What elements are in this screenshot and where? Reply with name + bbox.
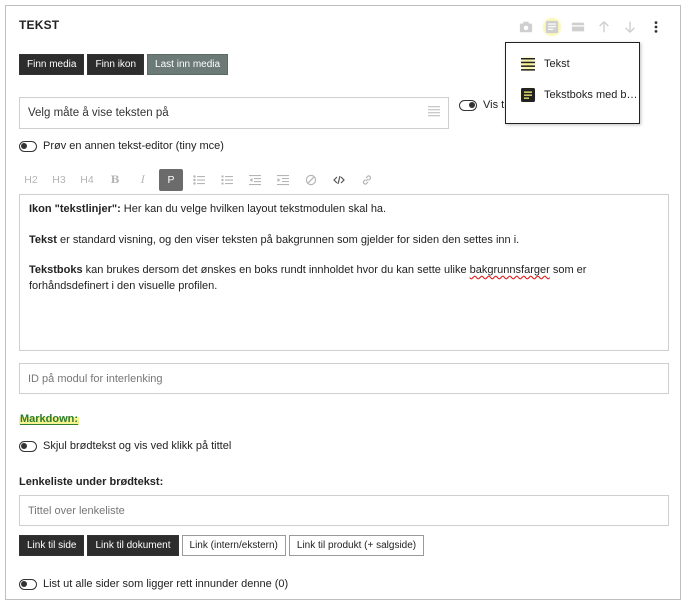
italic-glyph: I [140,174,146,186]
editor-text: er standard visning, og den viser tekste… [56,233,520,246]
link-page-button[interactable]: Link til side [19,535,85,556]
subpages-toggle[interactable] [19,578,37,590]
indent-icon[interactable] [271,169,295,191]
layout-menu-item-tekst[interactable]: Tekst [520,56,570,72]
module-id-input[interactable]: ID på modul for interlenking [19,363,669,394]
bold-glyph: B [110,174,120,186]
link-product-button[interactable]: Link til produkt (+ salgside) [288,535,425,556]
linklist-title-placeholder: Tittel over lenkeliste [28,504,125,517]
bold-button[interactable]: B [103,169,127,191]
markdown-label[interactable]: Markdown: [19,413,80,425]
link-internal-external-button[interactable]: Link (intern/ekstern) [181,535,286,556]
find-icon-button[interactable]: Finn ikon [87,54,145,75]
linklist-buttons: Link til side Link til dokument Link (in… [19,535,425,556]
editor-bold-text: Tekstboks [29,264,83,276]
layout-menu: Tekst Tekstboks med b… [505,42,640,124]
link-document-button[interactable]: Link til dokument [87,535,179,556]
clear-format-icon[interactable] [299,169,323,191]
editor-toggle-row: Prøv en annen tekst-editor (tiny mce) [19,140,224,152]
format-toolbar: H2 H3 H4 B I P [19,169,379,191]
lines-icon [428,106,440,120]
layout-menu-item-tekstboks[interactable]: Tekstboks med b… [520,87,638,103]
outdent-icon[interactable] [243,169,267,191]
arrow-up-icon[interactable] [594,17,614,37]
textbox-icon [520,87,536,103]
layout-menu-item-label: Tekstboks med b… [544,89,638,101]
editor-bold-text: Ikon "tekstlinjer": [29,203,121,215]
vis-toggle-label: Vis ti [483,99,507,111]
editor-bold-text: Tekst [29,233,57,246]
more-vert-icon[interactable] [646,17,666,37]
display-mode-select[interactable]: Velg måte å vise teksten på [19,97,449,129]
module-title: TEKST [19,18,60,32]
display-mode-placeholder: Velg måte å vise teksten på [28,107,169,119]
code-view-icon[interactable] [327,169,351,191]
linklist-title-input[interactable]: Tittel over lenkeliste [19,495,669,526]
module-id-placeholder: ID på modul for interlenking [28,372,163,385]
module-toolbar [516,17,666,37]
italic-button[interactable]: I [131,169,155,191]
vis-toggle[interactable] [459,99,477,111]
vis-toggle-row: Vis ti [459,99,507,111]
bullet-list-icon[interactable] [187,169,211,191]
heading3-button[interactable]: H3 [47,169,71,191]
heading2-button[interactable]: H2 [19,169,43,191]
editor-paragraph: Tekstboks kan brukes dersom det ønskes e… [29,263,659,294]
paragraph-button[interactable]: P [159,169,183,191]
upload-media-button[interactable]: Last inn media [147,54,229,75]
collapse-toggle-row: Skjul brødtekst og vis ved klikk på titt… [19,440,231,452]
heading4-button[interactable]: H4 [75,169,99,191]
numbered-list-icon[interactable] [215,169,239,191]
editor-paragraph: Ikon "tekstlinjer": Her kan du velge hvi… [29,202,659,218]
text-layout-icon[interactable] [542,17,562,37]
arrow-down-icon[interactable] [620,17,640,37]
collapse-toggle[interactable] [19,440,37,452]
subpages-toggle-row: List ut alle sider som ligger rett innun… [19,578,288,590]
editor-toggle[interactable] [19,140,37,152]
text-editor[interactable]: Ikon "tekstlinjer": Her kan du velge hvi… [19,194,669,351]
editor-spellcheck-word: bakgrunnsfarger [469,264,550,276]
layout-menu-item-label: Tekst [544,58,570,70]
link-icon[interactable] [355,169,379,191]
find-media-button[interactable]: Finn media [19,54,85,75]
text-module-panel: TEKST Finn media Finn ikon Last inn medi… [5,5,681,600]
card-icon[interactable] [568,17,588,37]
camera-icon[interactable] [516,17,536,37]
subpages-toggle-label: List ut alle sider som ligger rett innun… [43,578,289,590]
editor-paragraph: Tekst er standard visning, og den viser … [29,233,659,249]
media-buttons: Finn media Finn ikon Last inn media [19,54,229,75]
linklist-label: Lenkeliste under brødtekst: [19,476,164,488]
collapse-toggle-label: Skjul brødtekst og vis ved klikk på titt… [43,440,232,452]
editor-text: kan brukes dersom det ønskes en boks run… [82,264,470,276]
editor-toggle-label: Prøv en annen tekst-editor (tiny mce) [43,140,224,152]
lines-icon [520,56,536,72]
editor-text: Her kan du velge hvilken layout tekstmod… [120,203,387,215]
